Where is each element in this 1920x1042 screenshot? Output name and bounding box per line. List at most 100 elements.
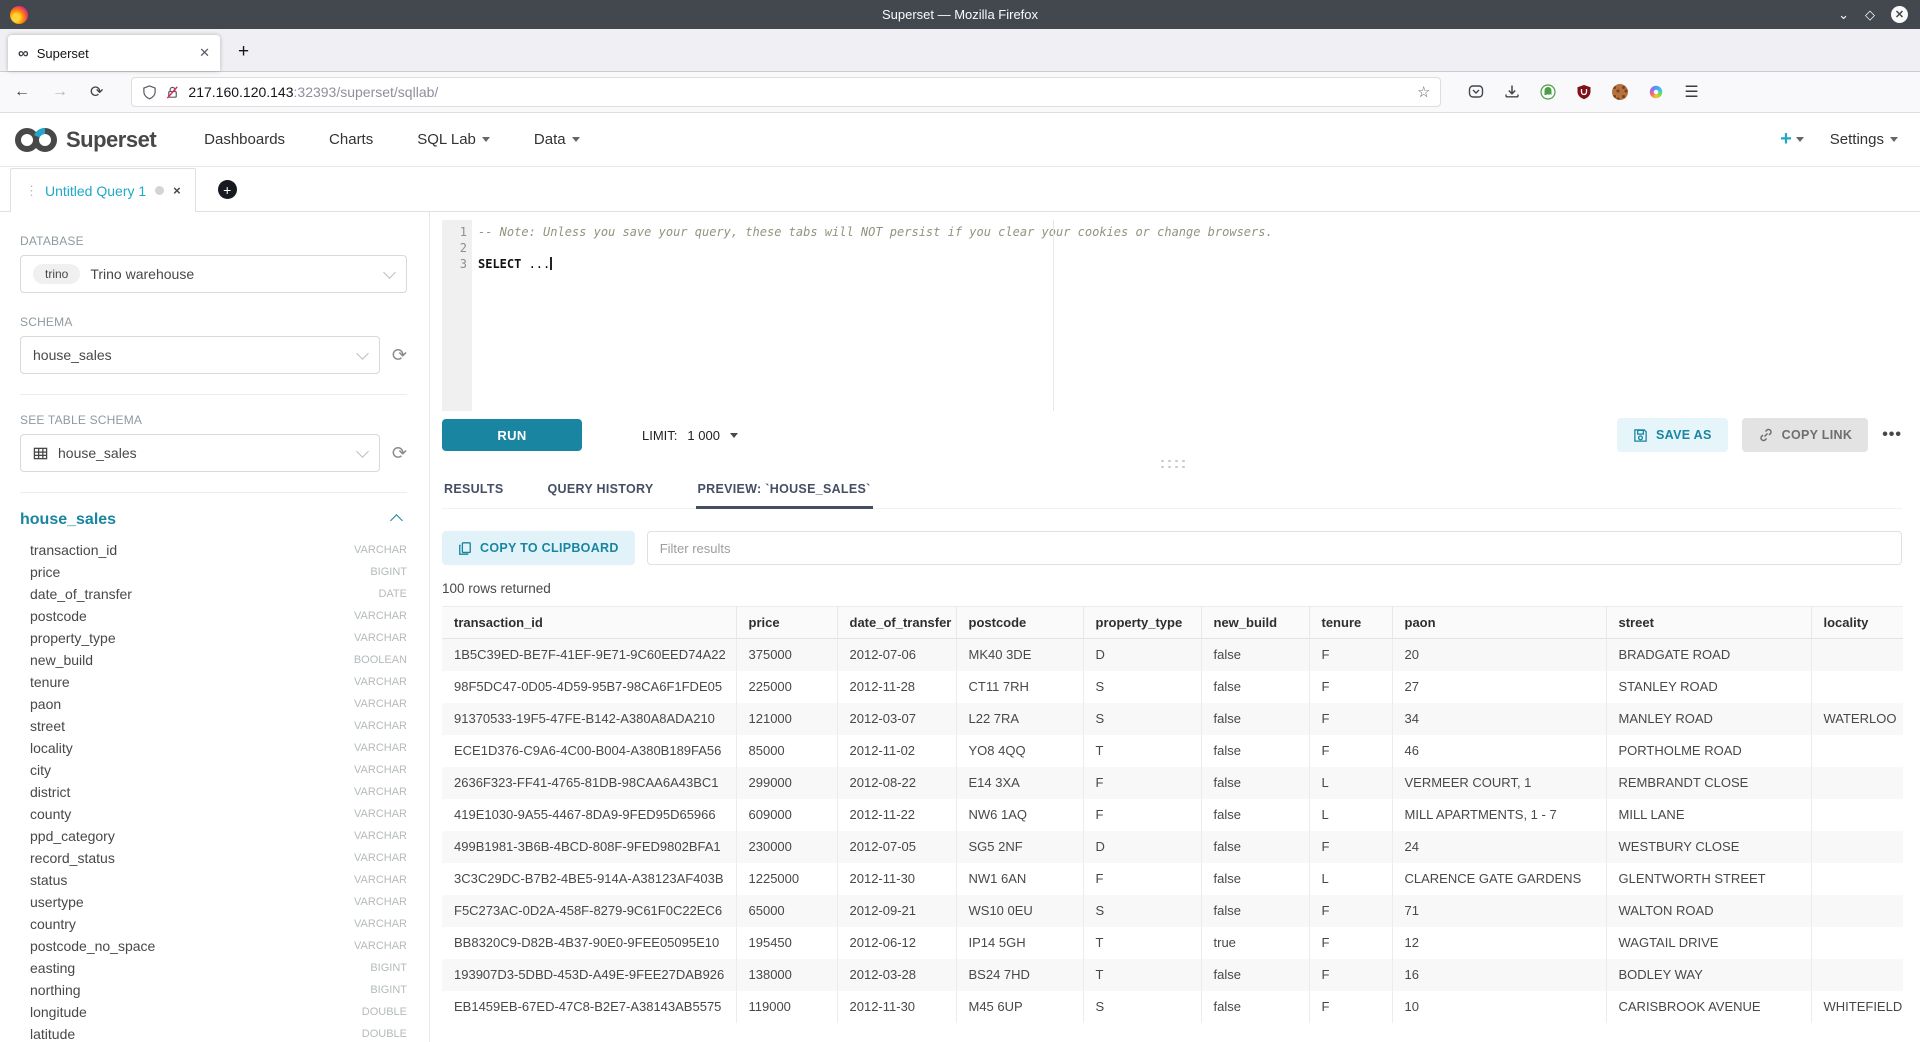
download-icon[interactable] [1503,84,1520,101]
limit-dropdown[interactable]: LIMIT: 1 000 [642,428,738,443]
column-header-price[interactable]: price [736,607,837,639]
results-tab-preview[interactable]: PREVIEW: `HOUSE_SALES` [696,472,873,508]
query-tab[interactable]: ⋮ Untitled Query 1 × [10,168,196,212]
table-row[interactable]: 193907D3-5DBD-453D-A49E-9FEE27DAB9261380… [442,959,1903,991]
schema-column-row[interactable]: latitudeDOUBLE [20,1023,407,1042]
table-row[interactable]: 91370533-19F5-47FE-B142-A380A8ADA2101210… [442,703,1903,735]
table-row[interactable]: 499B1981-3B6B-4BCD-808F-9FED9802BFA12300… [442,831,1903,863]
column-header-tenure[interactable]: tenure [1309,607,1392,639]
back-button[interactable]: ← [14,83,30,101]
new-tab-button[interactable]: + [238,41,249,63]
url-bar[interactable]: 217.160.120.143:32393/superset/sqllab/ ☆ [131,77,1441,107]
schema-column-row[interactable]: paonVARCHAR [20,693,407,715]
schema-column-row[interactable]: eastingBIGINT [20,957,407,979]
table-row[interactable]: F5C273AC-0D2A-458F-8279-9C61F0C22EC66500… [442,895,1903,927]
database-select[interactable]: trino Trino warehouse [20,255,407,293]
table-row[interactable]: 419E1030-9A55-4467-8DA9-9FED95D659666090… [442,799,1903,831]
schema-column-row[interactable]: cityVARCHAR [20,759,407,781]
table-cell: CLARENCE GATE GARDENS [1392,863,1606,895]
window-close-icon[interactable]: ✕ [1891,6,1908,23]
column-header-locality[interactable]: locality [1811,607,1903,639]
schema-column-row[interactable]: transaction_idVARCHAR [20,539,407,561]
table-select[interactable]: house_sales [20,434,380,472]
results-tab-results[interactable]: RESULTS [442,472,506,508]
schema-column-row[interactable]: record_statusVARCHAR [20,847,407,869]
schema-column-row[interactable]: postcodeVARCHAR [20,605,407,627]
column-name: transaction_id [30,542,117,558]
run-button[interactable]: RUN [442,419,582,451]
save-as-button[interactable]: SAVE AS [1617,418,1728,452]
schema-column-row[interactable]: priceBIGINT [20,561,407,583]
sql-editor[interactable]: 123 -- Note: Unless you save your query,… [442,220,1902,411]
schema-column-row[interactable]: localityVARCHAR [20,737,407,759]
add-query-tab-button[interactable]: + [218,180,237,199]
schema-column-row[interactable]: countryVARCHAR [20,913,407,935]
copy-link-button[interactable]: COPY LINK [1742,418,1869,452]
extension-pinwheel-icon[interactable] [1647,84,1664,101]
window-minimize-icon[interactable]: ⌄ [1838,8,1849,21]
cookie-icon[interactable] [1611,84,1628,101]
table-row[interactable]: 2636F323-FF41-4765-81DB-98CAA6A43BC12990… [442,767,1903,799]
schema-column-row[interactable]: streetVARCHAR [20,715,407,737]
new-item-button[interactable]: + [1780,128,1804,151]
column-header-date_of_transfer[interactable]: date_of_transfer [837,607,956,639]
forward-button[interactable]: → [52,83,68,101]
nav-item-data[interactable]: Data [534,131,580,148]
schema-column-row[interactable]: property_typeVARCHAR [20,627,407,649]
results-tab-query-history[interactable]: QUERY HISTORY [546,472,656,508]
column-header-property_type[interactable]: property_type [1083,607,1201,639]
shield-icon[interactable] [142,85,157,100]
column-name: northing [30,982,81,998]
insecure-lock-icon[interactable] [165,85,180,100]
refresh-table-icon[interactable]: ⟳ [392,444,407,462]
browser-tab[interactable]: ∞ Superset ✕ [8,35,220,71]
schema-column-row[interactable]: new_buildBOOLEAN [20,649,407,671]
column-header-street[interactable]: street [1606,607,1811,639]
more-actions-button[interactable]: ••• [1882,426,1902,444]
schema-column-row[interactable]: districtVARCHAR [20,781,407,803]
nav-item-charts[interactable]: Charts [329,131,373,148]
ghostery-icon[interactable] [1539,84,1556,101]
table-row[interactable]: 3C3C29DC-B7B2-4BE5-914A-A38123AF403B1225… [442,863,1903,895]
tab-close-icon[interactable]: ✕ [199,45,210,61]
schema-column-row[interactable]: statusVARCHAR [20,869,407,891]
copy-to-clipboard-button[interactable]: COPY TO CLIPBOARD [442,531,635,565]
table-row[interactable]: 1B5C39ED-BE7F-41EF-9E71-9C60EED74A223750… [442,639,1903,671]
table-row[interactable]: ECE1D376-C9A6-4C00-B004-A380B189FA568500… [442,735,1903,767]
column-header-new_build[interactable]: new_build [1201,607,1309,639]
schema-column-row[interactable]: date_of_transferDATE [20,583,407,605]
table-cell [1811,767,1903,799]
ublock-icon[interactable] [1575,84,1592,101]
schema-column-row[interactable]: usertypeVARCHAR [20,891,407,913]
drag-handle-icon[interactable]: ⋮ [25,183,36,199]
schema-column-row[interactable]: ppd_categoryVARCHAR [20,825,407,847]
pane-resize-handle[interactable] [1159,458,1185,468]
table-schema-heading[interactable]: house_sales [20,511,116,529]
collapse-chevron-icon[interactable] [390,514,403,527]
superset-logo[interactable]: Superset [14,127,156,153]
reload-button[interactable]: ⟳ [90,82,103,102]
schema-select[interactable]: house_sales [20,336,380,374]
refresh-schema-icon[interactable]: ⟳ [392,346,407,364]
schema-column-row[interactable]: countyVARCHAR [20,803,407,825]
table-row[interactable]: BB8320C9-D82B-4B37-90E0-9FEE05095E101954… [442,927,1903,959]
schema-column-row[interactable]: tenureVARCHAR [20,671,407,693]
column-header-transaction_id[interactable]: transaction_id [442,607,736,639]
settings-menu[interactable]: Settings [1830,131,1898,148]
table-row[interactable]: EB1459EB-67ED-47C8-B2E7-A38143AB55751190… [442,991,1903,1023]
schema-column-row[interactable]: northingBIGINT [20,979,407,1001]
bookmark-star-icon[interactable]: ☆ [1417,83,1430,101]
pocket-icon[interactable] [1467,84,1484,101]
window-maximize-icon[interactable]: ◇ [1865,8,1875,21]
table-cell: 34 [1392,703,1606,735]
schema-column-row[interactable]: longitudeDOUBLE [20,1001,407,1023]
column-header-paon[interactable]: paon [1392,607,1606,639]
column-header-postcode[interactable]: postcode [956,607,1083,639]
nav-item-sql-lab[interactable]: SQL Lab [417,131,490,148]
nav-item-dashboards[interactable]: Dashboards [204,131,285,148]
filter-results-input[interactable] [647,531,1902,565]
schema-column-row[interactable]: postcode_no_spaceVARCHAR [20,935,407,957]
table-row[interactable]: 98F5DC47-0D05-4D59-95B7-98CA6F1FDE052250… [442,671,1903,703]
menu-icon[interactable]: ☰ [1684,82,1698,102]
query-tab-close-icon[interactable]: × [173,183,181,198]
